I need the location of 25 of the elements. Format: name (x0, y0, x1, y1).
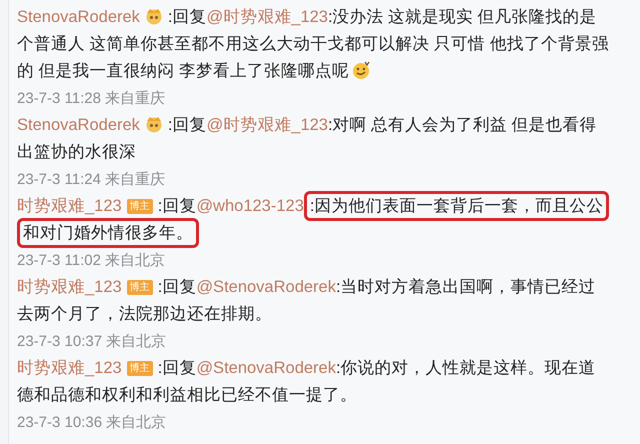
mention-link[interactable]: @who123-123 (196, 197, 304, 215)
mention-link[interactable]: @StenovaRoderek (196, 359, 336, 377)
crown-icon (144, 7, 164, 25)
comment-text: 时势艰难_123 博主 :回复@who123-123 :因为他们表面一套背后一套，而且公公和对门婚外情很多年。 (17, 193, 610, 247)
comment-time-location: 23-7-3 10:37 来自北京 (17, 332, 168, 352)
blogger-badge: 博主 (126, 199, 153, 214)
comment-text: StenovaRoderek :回复@时势艰难_123:对啊 总有人会为了利益 但是也看得出篮协的水很深 (17, 114, 598, 163)
comment-time-location: 23-7-3 11:02 来自北京 (17, 251, 166, 271)
comment-text: 时势艰难_123 博主 :回复@StenovaRoderek:当时对方着急出国啊，事情已经过去两个月了，法院那边还在排期。 (17, 277, 597, 325)
author-name[interactable]: StenovaRoderek (17, 8, 140, 26)
comment-text: StenovaRoderek :回复@时势艰难_123:没办法 这就是现实 但凡张隆找的是个普通人 这简单你甚至都不用这么大动干戈都可以解决 只可惜 他找了个背景强的 但是我一直很纳闷 李梦看上了张隆哪点呢 (17, 6, 610, 82)
blogger-badge: 博主 (126, 280, 153, 295)
author-name[interactable]: 时势艰难_123 (17, 278, 122, 296)
author-name[interactable]: StenovaRoderek (17, 116, 140, 134)
author-name[interactable]: 时势艰难_123 (17, 197, 122, 215)
comment-time-location: 23-7-3 11:24 来自重庆 (17, 170, 166, 190)
comment-time-location: 23-7-3 10:36 来自北京 (17, 413, 168, 433)
mention-link[interactable]: @时势艰难_123 (206, 116, 328, 134)
crown-icon (144, 115, 164, 133)
mention-link[interactable]: @时势艰难_123 (206, 8, 328, 26)
comment-text: 时势艰难_123 博主 :回复@StenovaRoderek:你说的对，人性就是这样。现在道德和品德和权利和利益相比已经不值一提了。 (17, 358, 597, 406)
author-name[interactable]: 时势艰难_123 (17, 359, 122, 377)
blogger-badge: 博主 (126, 361, 153, 376)
comment-time-location: 23-7-3 11:28 来自重庆 (17, 89, 166, 109)
mention-link[interactable]: @StenovaRoderek (196, 278, 336, 296)
